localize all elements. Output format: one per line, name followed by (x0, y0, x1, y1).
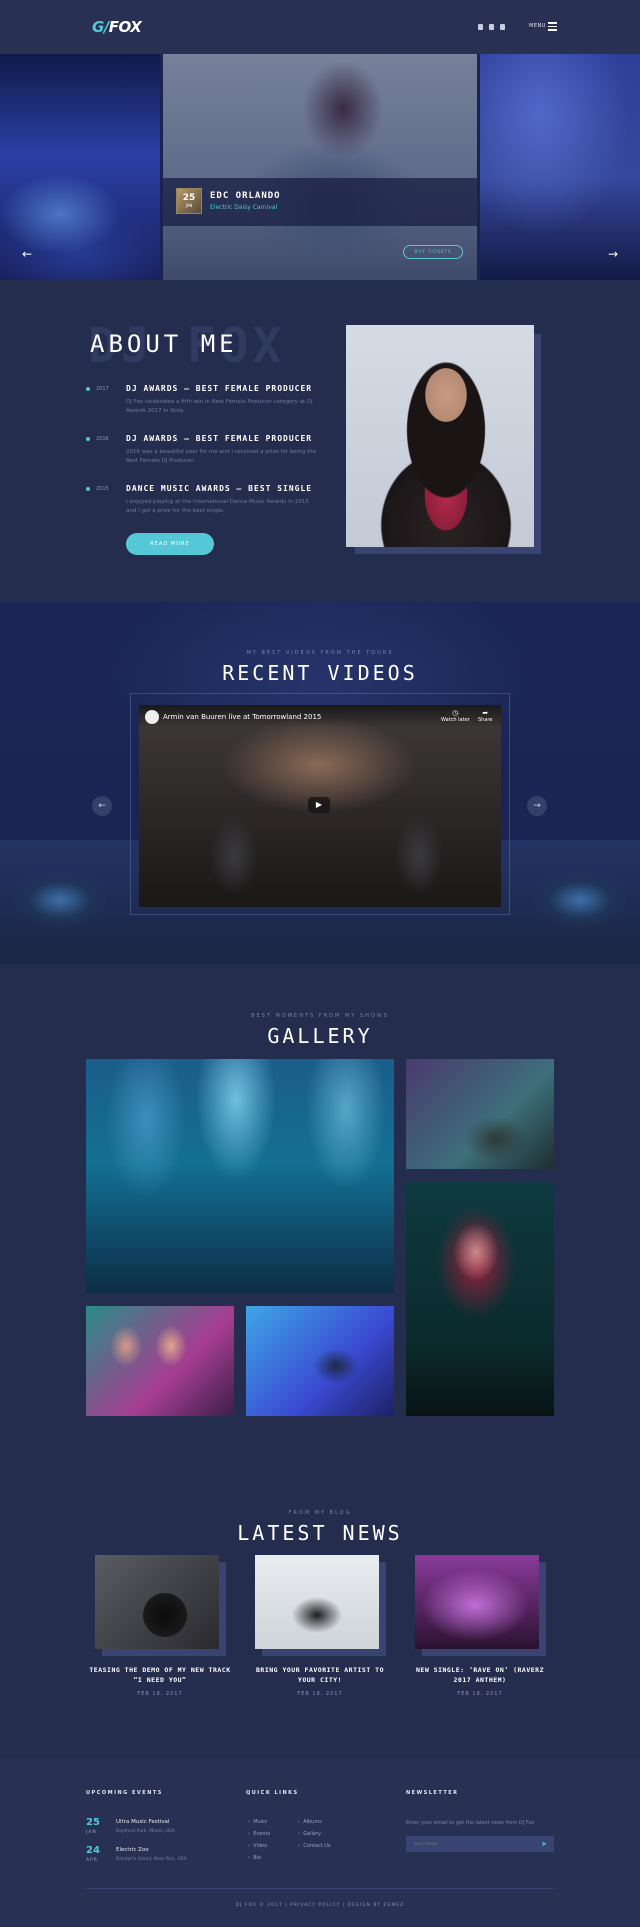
hero-title: EDC ORLANDO (210, 191, 281, 201)
video-prev-arrow-icon[interactable]: ← (92, 796, 112, 816)
event-name[interactable]: Electric Zoo (116, 1847, 149, 1853)
gallery-image-concert-crowd[interactable] (86, 1059, 394, 1293)
news-image-vinyl[interactable] (95, 1555, 219, 1649)
hero-slider (0, 54, 640, 280)
award-title: DJ AWARDS – BEST FEMALE PRODUCER (126, 434, 313, 443)
video-next-arrow-icon[interactable]: → (527, 796, 547, 816)
footer-link-albums[interactable]: › Albums (298, 1819, 322, 1825)
newsletter-text: Enter your email to get the latest news … (406, 1820, 535, 1826)
footer-divider (86, 1888, 554, 1889)
hero-subtitle: Electric Daisy Carnival (210, 204, 278, 211)
footer-link-bio[interactable]: › Bio (248, 1855, 261, 1861)
news-title-1[interactable]: TEASING THE DEMO OF MY NEW TRACK “I NEED… (85, 1665, 235, 1685)
hero-prev-arrow-icon[interactable]: ← (22, 247, 32, 261)
hero-next-arrow-icon[interactable]: → (608, 247, 618, 261)
award-dot-icon (86, 387, 90, 391)
news-date-3: FEB 18, 2017 (457, 1691, 503, 1697)
about-photo (346, 325, 534, 547)
share-button[interactable]: ➦ Share (478, 709, 492, 723)
award-dot-icon (86, 437, 90, 441)
event-name[interactable]: Ultra Music Festival (116, 1819, 169, 1825)
instagram-icon[interactable] (489, 24, 494, 30)
hero-date-badge: 25 JAN (176, 188, 202, 214)
news-date-2: FEB 18, 2017 (297, 1691, 343, 1697)
videos-kicker: MY BEST VIDEOS FROM THE TOURS (246, 650, 394, 656)
award-text: I enjoyed playing at the International D… (126, 499, 309, 514)
gallery-image-dj-hands[interactable] (406, 1059, 554, 1169)
menu-label[interactable]: MENU (529, 23, 546, 29)
hamburger-menu-icon[interactable] (548, 22, 557, 31)
award-year: 2015 (96, 486, 109, 492)
channel-avatar[interactable] (145, 710, 159, 724)
read-more-button[interactable]: READ MORE (126, 533, 214, 555)
event-month: APR (86, 1858, 98, 1863)
newsletter-email-input[interactable] (406, 1836, 534, 1852)
logo[interactable]: G/FOX (92, 18, 142, 36)
footer-link-contact[interactable]: › Contact Us (298, 1843, 331, 1849)
news-title-2[interactable]: BRING YOUR FAVORITE ARTIST TO YOUR CITY! (245, 1665, 395, 1685)
site-header: G/FOX MENU (0, 0, 640, 54)
newsletter-heading: NEWSLETTER (406, 1790, 459, 1796)
event-location: Randall's Island, New York, USA (116, 1857, 187, 1862)
buy-tickets-button[interactable]: BUY TICKETS (403, 245, 463, 259)
share-icon: ➦ (482, 709, 489, 717)
gallery-kicker: BEST MOMENTS FROM MY SHOWS (251, 1013, 389, 1019)
hero-caption (163, 178, 477, 226)
clock-icon: ◷ (452, 709, 459, 717)
award-text: DJ Fox celebrated a fifth win in Best Fe… (126, 399, 313, 414)
footer-link-video[interactable]: › Video (248, 1843, 267, 1849)
videos-title: RECENT VIDEOS (222, 661, 418, 685)
news-image-headphones[interactable] (255, 1555, 379, 1649)
gallery-image-headphones[interactable] (246, 1306, 394, 1416)
news-image-concert[interactable] (415, 1555, 539, 1649)
footer-link-events[interactable]: › Events (248, 1831, 270, 1837)
event-day: 25 (86, 1817, 100, 1828)
event-day: 24 (86, 1845, 100, 1856)
gallery-image-party-girls[interactable] (86, 1306, 234, 1416)
about-title: ABOUT ME (90, 330, 238, 358)
news-date-1: FEB 18, 2017 (137, 1691, 183, 1697)
send-icon[interactable]: ➤ (534, 1836, 554, 1852)
event-location: Bayfront Park, Miami, USA (116, 1829, 175, 1834)
events-heading: UPCOMING EVENTS (86, 1790, 163, 1796)
event-month: JAN (86, 1830, 97, 1835)
watch-later-button[interactable]: ◷ Watch later (441, 709, 470, 723)
gallery-image-female-dj[interactable] (406, 1182, 554, 1416)
footer-link-gallery[interactable]: › Gallery (298, 1831, 321, 1837)
copyright: DJ FOX © 2017 | PRIVACY POLICY | DESIGN … (235, 1903, 405, 1908)
award-title: DANCE MUSIC AWARDS – BEST SINGLE (126, 484, 313, 493)
award-dot-icon (86, 487, 90, 491)
news-title: LATEST NEWS (237, 1521, 403, 1545)
facebook-icon[interactable] (478, 24, 483, 30)
play-icon[interactable]: ▶ (308, 797, 330, 813)
award-title: DJ AWARDS – BEST FEMALE PRODUCER (126, 384, 313, 393)
video-caption[interactable]: Armin van Buuren live at Tomorrowland 20… (163, 713, 321, 721)
award-year: 2016 (96, 436, 109, 442)
footer-link-music[interactable]: › Music (248, 1819, 267, 1825)
quick-links-heading: QUICK LINKS (246, 1790, 299, 1796)
award-year: 2017 (96, 386, 109, 392)
news-kicker: FROM MY BLOG (288, 1510, 352, 1516)
award-text: 2016 was a beautiful year for me and I r… (126, 449, 316, 464)
gallery-title: GALLERY (267, 1024, 373, 1048)
twitter-icon[interactable] (500, 24, 505, 30)
news-title-3[interactable]: NEW SINGLE: ‘RAVE ON’ (RAVERZ 2017 ANTHE… (405, 1665, 555, 1685)
